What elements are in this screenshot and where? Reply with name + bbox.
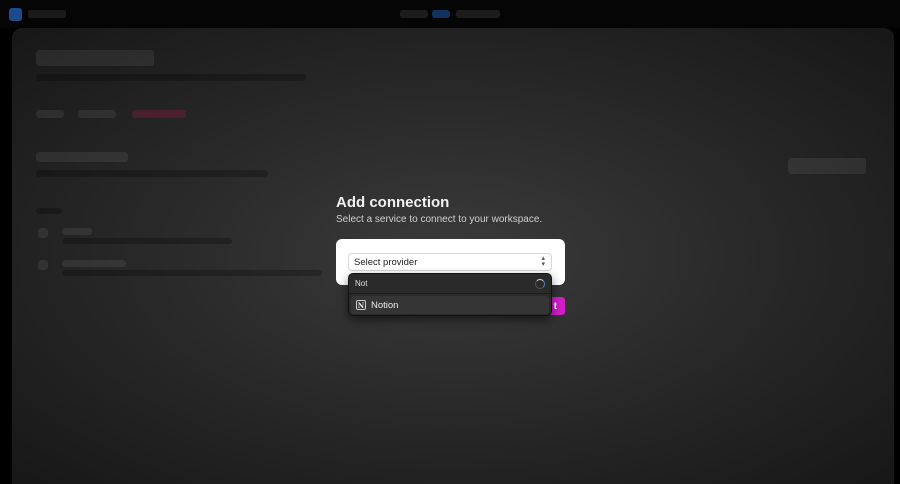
list-desc-placeholder <box>62 238 232 244</box>
section-heading-placeholder <box>36 152 128 162</box>
list-title-placeholder <box>62 260 126 267</box>
app-logo[interactable] <box>9 8 22 21</box>
provider-search-input[interactable] <box>355 279 515 288</box>
chevron-up-down-icon: ▴ ▾ <box>541 255 545 268</box>
top-nav-bar <box>0 0 900 28</box>
provider-dropdown: N Notion <box>348 273 552 316</box>
tab-active-placeholder <box>132 110 186 118</box>
nav-tab[interactable] <box>456 10 500 18</box>
provider-select[interactable]: Select provider ▴ ▾ <box>348 253 552 271</box>
loading-spinner-icon <box>535 279 545 289</box>
tab-placeholder <box>36 110 64 118</box>
notion-icon: N <box>356 300 366 310</box>
header-button-placeholder <box>788 158 866 174</box>
page-description-placeholder <box>36 74 306 81</box>
nav-tab-active[interactable] <box>432 10 450 18</box>
list-icon-placeholder <box>38 228 48 238</box>
provider-select-label: Select provider <box>354 256 418 268</box>
nav-tabs <box>400 7 500 21</box>
modal-subtitle: Select a service to connect to your work… <box>336 214 543 225</box>
list-label-placeholder <box>36 208 62 214</box>
section-description-placeholder <box>36 170 268 177</box>
nav-tab[interactable] <box>400 10 428 18</box>
provider-option-notion[interactable]: N Notion <box>351 296 549 314</box>
page-heading-placeholder <box>36 50 154 66</box>
list-desc-placeholder <box>62 270 322 276</box>
app-name <box>28 10 66 18</box>
dropdown-search <box>349 274 551 294</box>
tab-placeholder <box>78 110 116 118</box>
list-title-placeholder <box>62 228 92 235</box>
modal-title: Add connection <box>336 194 450 211</box>
provider-option-label: Notion <box>371 299 399 311</box>
list-icon-placeholder <box>38 260 48 270</box>
